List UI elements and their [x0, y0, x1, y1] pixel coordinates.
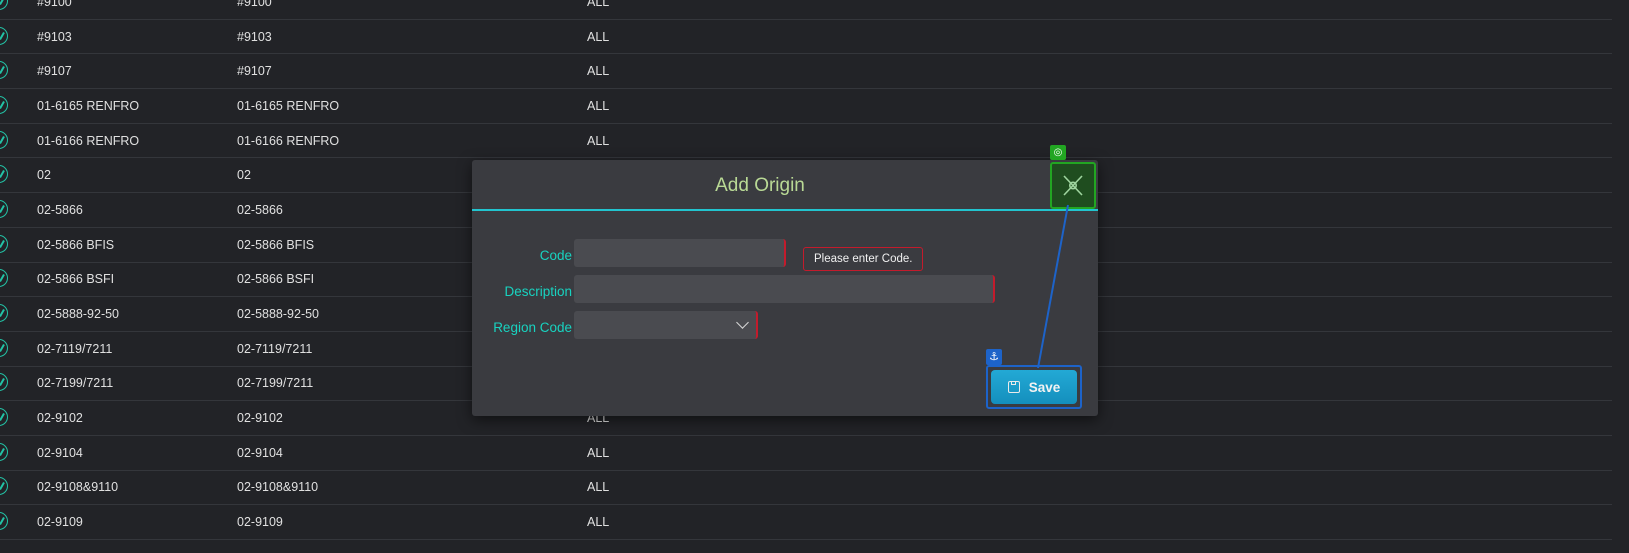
row-code: #9100 — [37, 0, 72, 9]
row-description: 02-5888-92-50 — [237, 307, 320, 322]
list-row[interactable]: 02-9109 02-9109 ALL — [0, 505, 1612, 540]
add-origin-dialog: Add Origin Code Please enter Code. Descr… — [472, 160, 1098, 416]
row-code: 02-5888-92-50 — [37, 307, 120, 322]
list-row[interactable]: #9107 #9107 ALL — [0, 54, 1612, 90]
edit-circle-icon[interactable] — [0, 61, 8, 80]
row-code: #9107 — [37, 64, 72, 79]
edit-circle-icon[interactable] — [0, 512, 8, 531]
row-region: ALL — [587, 64, 610, 79]
row-code: 02-7199/7211 — [37, 376, 114, 391]
row-region: ALL — [587, 515, 610, 530]
row-description: 02-5866 BSFI — [237, 272, 315, 287]
save-button[interactable]: Save — [991, 370, 1077, 404]
row-description: 02-9104 — [237, 445, 283, 460]
row-code: 02-5866 — [37, 202, 83, 217]
target-tag-icon: ◎ — [1050, 145, 1066, 160]
edit-circle-icon[interactable] — [0, 26, 8, 45]
edit-circle-icon[interactable] — [0, 269, 8, 288]
edit-circle-icon[interactable] — [0, 338, 8, 357]
row-description: 02-9109 — [237, 515, 283, 530]
edit-circle-icon[interactable] — [0, 304, 8, 323]
row-code: 02-9109 — [37, 515, 83, 530]
save-button-frame: Save — [986, 365, 1082, 409]
row-code: 01-6165 RENFRO — [37, 98, 140, 113]
page: #9100 #9100 ALL #9103 #9103 ALL #9107 #9107 ALL 0… — [0, 0, 1629, 553]
row-code: 02-9104 — [37, 445, 83, 460]
list-row[interactable]: 01-6166 RENFRO 01-6166 RENFRO ALL — [0, 124, 1612, 159]
row-region: ALL — [587, 445, 610, 460]
chevron-down-icon — [736, 316, 749, 329]
list-row[interactable]: #9100 #9100 ALL — [0, 0, 1612, 20]
row-code: 02 — [37, 168, 51, 183]
row-code: 01-6166 RENFRO — [37, 133, 140, 148]
dialog-title: Add Origin — [715, 175, 805, 196]
row-region: ALL — [587, 480, 610, 495]
row-code: 02-9102 — [37, 411, 83, 426]
row-code: #9103 — [37, 29, 72, 44]
row-code: 02-5866 BSFI — [37, 272, 115, 287]
edit-circle-icon[interactable] — [0, 0, 8, 10]
row-description: #9100 — [237, 0, 272, 9]
edit-circle-icon[interactable] — [0, 165, 8, 184]
row-description: 02 — [237, 168, 251, 183]
code-error-tooltip: Please enter Code. — [803, 247, 924, 271]
row-region: ALL — [587, 98, 610, 113]
region-code-select[interactable] — [574, 311, 758, 339]
description-input[interactable] — [574, 275, 995, 303]
row-region: ALL — [587, 0, 610, 9]
list-row[interactable]: 02-9108&9110 02-9108&9110 ALL — [0, 471, 1612, 506]
row-code: 02-9108&9110 — [37, 480, 119, 495]
row-description: #9107 — [237, 64, 272, 79]
row-region: ALL — [587, 29, 610, 44]
row-description: 02-7199/7211 — [237, 376, 314, 391]
edit-circle-icon[interactable] — [0, 408, 8, 427]
description-label: Description — [504, 284, 572, 299]
row-code: 02-7119/7211 — [37, 341, 113, 356]
code-input[interactable] — [574, 239, 786, 267]
row-description: #9103 — [237, 29, 272, 44]
row-description: 02-9108&9110 — [237, 480, 319, 495]
edit-circle-icon[interactable] — [0, 477, 8, 496]
crosshair-target-icon[interactable] — [1050, 162, 1096, 209]
list-row[interactable]: 02-9104 02-9104 ALL — [0, 436, 1612, 471]
row-description: 02-5866 BFIS — [237, 237, 315, 252]
save-label: Save — [1028, 379, 1061, 395]
row-description: 02-5866 — [237, 202, 283, 217]
region-code-label: Region Code — [493, 320, 572, 335]
row-description: 02-9102 — [237, 411, 283, 426]
row-description: 01-6166 RENFRO — [237, 133, 340, 148]
row-description: 02-7119/7211 — [237, 341, 313, 356]
floppy-disk-icon — [1007, 381, 1020, 393]
list-row[interactable]: 01-6165 RENFRO 01-6165 RENFRO ALL — [0, 89, 1612, 124]
edit-circle-icon[interactable] — [0, 373, 8, 392]
code-label: Code — [539, 248, 572, 263]
edit-circle-icon[interactable] — [0, 442, 8, 461]
row-code: 02-5866 BFIS — [37, 237, 115, 252]
edit-circle-icon[interactable] — [0, 130, 8, 149]
edit-circle-icon[interactable] — [0, 234, 8, 253]
title-divider — [472, 209, 1098, 211]
edit-circle-icon[interactable] — [0, 95, 8, 114]
list-row[interactable]: #9103 #9103 ALL — [0, 20, 1612, 55]
anchor-icon: ⚓ — [986, 349, 1002, 365]
row-region: ALL — [587, 133, 610, 148]
edit-circle-icon[interactable] — [0, 199, 8, 218]
row-description: 01-6165 RENFRO — [237, 98, 340, 113]
